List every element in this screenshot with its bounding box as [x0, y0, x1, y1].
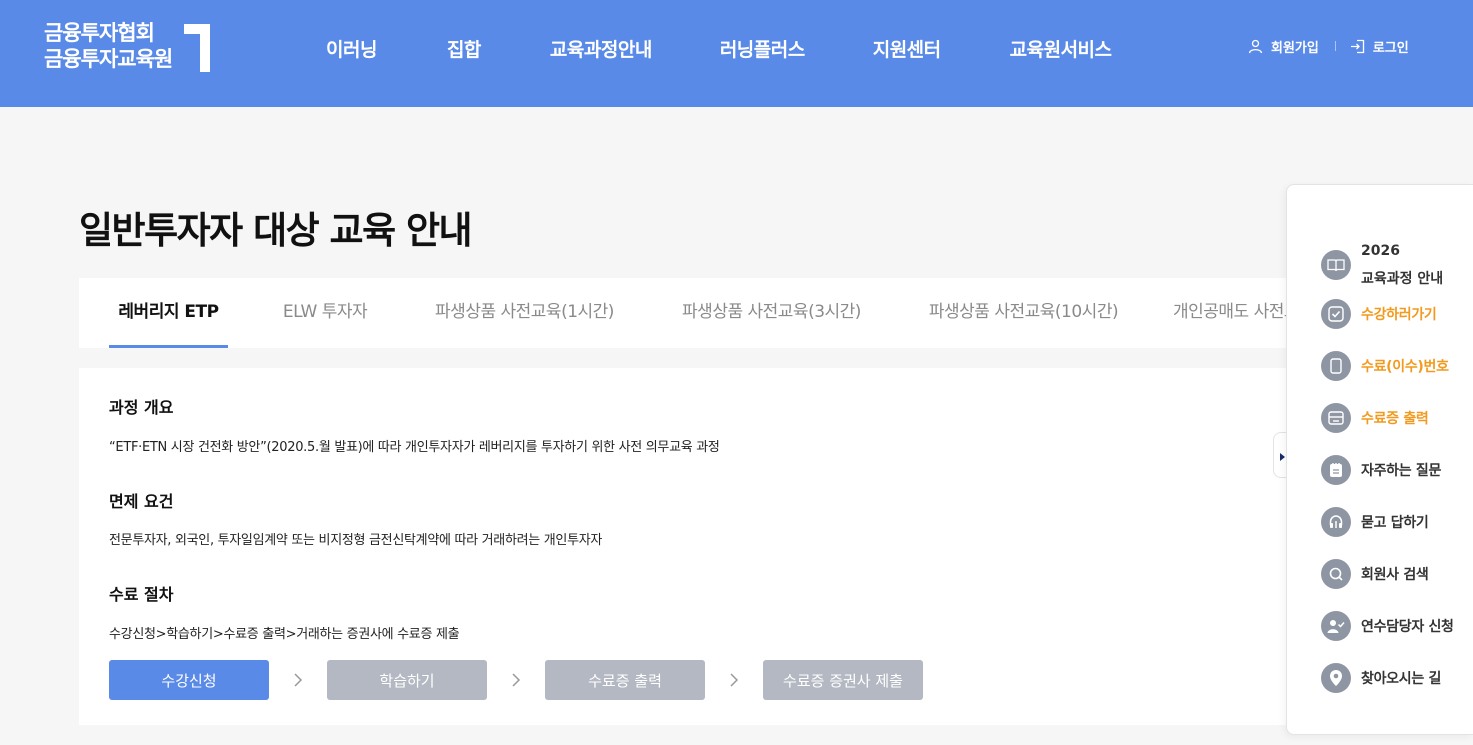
course-tabs: 레버리지 ETP ELW 투자자 파생상품 사전교육(1시간) 파생상품 사전교… [79, 278, 1473, 348]
quick-print-certificate-label: 수료증 출력 [1361, 411, 1429, 427]
quick-go-enroll[interactable]: 수강하러가기 [1321, 299, 1437, 329]
quick-print-certificate[interactable]: 수료증 출력 [1321, 403, 1429, 433]
logo-line1: 금융투자협회 [44, 21, 155, 45]
nav-services[interactable]: 교육원서비스 [1010, 36, 1112, 64]
exempt-text: 전문투자자, 외국인, 투자일임계약 또는 비지정형 금전신탁계약에 따라 거래… [109, 533, 603, 548]
logo-mark-icon [184, 24, 210, 72]
document-icon [1321, 351, 1351, 381]
signup-link[interactable]: 회원가입 [1248, 37, 1319, 56]
tab-derivatives-3h[interactable]: 파생상품 사전교육(3시간) [669, 278, 874, 348]
quick-member-search-label: 회원사 검색 [1361, 567, 1429, 583]
logo-text: 금융투자협회 금융투자교육원 [44, 20, 173, 72]
tab-elw[interactable]: ELW 투자자 [271, 278, 379, 348]
course-content: 과정 개요 “ETF·ETN 시장 건전화 방안”(2020.5.월 발표)에 … [79, 368, 1473, 725]
quick-course-label: 교육과정 안내 [1361, 271, 1444, 287]
book-icon [1321, 250, 1351, 280]
util-divider [1334, 41, 1336, 51]
quick-faq[interactable]: 자주하는 질문 [1321, 455, 1441, 485]
nav-elearning[interactable]: 이러닝 [326, 36, 377, 64]
nav-course-guide[interactable]: 교육과정안내 [550, 36, 652, 64]
quick-course-guide[interactable]: 2026 교육과정 안내 [1321, 237, 1443, 293]
quick-qna[interactable]: 묻고 답하기 [1321, 507, 1429, 537]
quick-completion-number[interactable]: 수료(이수)번호 [1321, 351, 1449, 381]
nav-support-center[interactable]: 지원센터 [873, 36, 941, 64]
process-heading: 수료 절차 [109, 585, 174, 604]
exempt-heading: 면제 요건 [109, 492, 174, 511]
quick-directions-label: 찾아오시는 길 [1361, 671, 1442, 687]
logo-line2: 금융투자교육원 [44, 47, 173, 71]
login-label: 로그인 [1372, 40, 1409, 56]
process-text: 수강신청>학습하기>수료증 출력>거래하는 증권사에 수료증 제출 [109, 627, 460, 642]
quick-menu: 2026 교육과정 안내 수강하러가기 수료(이수)번호 수료증 출력 자주하는… [1286, 184, 1473, 735]
quick-menu-toggle[interactable] [1273, 432, 1287, 478]
nav-learning-plus[interactable]: 러닝플러스 [720, 36, 805, 64]
user-check-icon [1321, 611, 1351, 641]
notepad-icon [1321, 455, 1351, 485]
overview-text: “ETF·ETN 시장 건전화 방안”(2020.5.월 발표)에 따라 개인투… [109, 440, 720, 455]
printer-icon [1321, 403, 1351, 433]
quick-directions[interactable]: 찾아오시는 길 [1321, 663, 1441, 693]
tab-leverage-etp[interactable]: 레버리지 ETP [109, 278, 228, 348]
process-steps: 수강신청 학습하기 수료증 출력 수료증 증권사 제출 [109, 660, 923, 700]
quick-training-manager-label: 연수담당자 신청 [1361, 619, 1454, 635]
user-icon [1248, 39, 1263, 53]
chevron-right-icon [269, 673, 327, 687]
login-icon [1350, 39, 1364, 53]
chevron-right-icon [705, 673, 763, 687]
site-header: 금융투자협회 금융투자교육원 이러닝 집합 교육과정안내 러닝플러스 지원센터 … [0, 0, 1473, 107]
headset-icon [1321, 507, 1351, 537]
step-print-certificate-button[interactable]: 수료증 출력 [545, 660, 705, 700]
quick-training-manager[interactable]: 연수담당자 신청 [1321, 611, 1454, 641]
caret-right-icon [1280, 453, 1285, 461]
login-link[interactable]: 로그인 [1350, 37, 1409, 56]
overview-heading: 과정 개요 [109, 398, 174, 417]
step-submit-certificate-button[interactable]: 수료증 증권사 제출 [763, 660, 923, 700]
search-icon [1321, 559, 1351, 589]
page-title: 일반투자자 대상 교육 안내 [79, 209, 473, 252]
check-icon [1321, 299, 1351, 329]
main-nav: 이러닝 집합 교육과정안내 러닝플러스 지원센터 교육원서비스 [326, 36, 1112, 64]
nav-classroom[interactable]: 집합 [447, 36, 481, 64]
tab-derivatives-1h[interactable]: 파생상품 사전교육(1시간) [422, 278, 627, 348]
quick-completion-number-label: 수료(이수)번호 [1361, 359, 1449, 375]
utility-menu: 회원가입 로그인 [1248, 36, 1409, 56]
step-study-button[interactable]: 학습하기 [327, 660, 487, 700]
quick-course-year: 2026 [1361, 243, 1400, 259]
step-enroll-button[interactable]: 수강신청 [109, 660, 269, 700]
quick-qna-label: 묻고 답하기 [1361, 515, 1429, 531]
site-logo[interactable]: 금융투자협회 금융투자교육원 [44, 20, 214, 76]
chevron-right-icon [487, 673, 545, 687]
quick-faq-label: 자주하는 질문 [1361, 463, 1442, 479]
quick-member-search[interactable]: 회원사 검색 [1321, 559, 1429, 589]
quick-go-enroll-label: 수강하러가기 [1361, 307, 1437, 323]
signup-label: 회원가입 [1271, 40, 1319, 56]
tab-derivatives-10h[interactable]: 파생상품 사전교육(10시간) [916, 278, 1131, 348]
map-pin-icon [1321, 663, 1351, 693]
